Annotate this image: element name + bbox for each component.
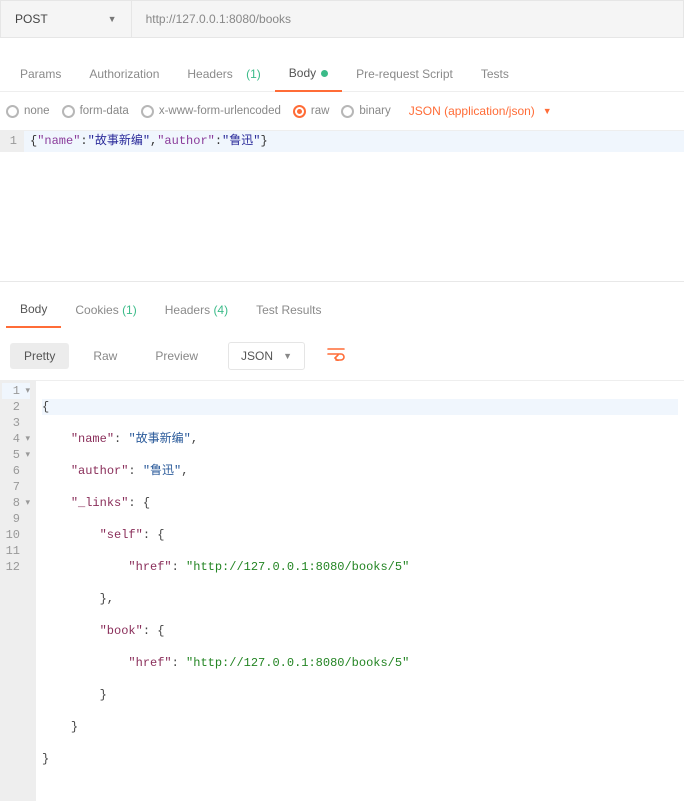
radio-formdata[interactable]: form-data (62, 105, 129, 118)
resp-tab-headers[interactable]: Headers (4) (151, 293, 242, 327)
editor-line[interactable]: {"name":"故事新编","author":"鲁迅"} (24, 131, 684, 152)
tab-prerequest[interactable]: Pre-request Script (342, 57, 467, 91)
tab-authorization[interactable]: Authorization (75, 57, 173, 91)
resp-tab-test-results[interactable]: Test Results (242, 293, 335, 327)
editor-gutter: 1 (0, 131, 24, 152)
content-type-value: JSON (application/json) (409, 104, 535, 118)
response-code[interactable]: { "name": "故事新编", "author": "鲁迅", "_link… (36, 381, 684, 801)
headers-count: (1) (246, 67, 261, 81)
radio-binary[interactable]: binary (341, 105, 390, 118)
request-tabs: Params Authorization Headers (1) Body Pr… (0, 56, 684, 92)
body-indicator-dot (321, 70, 328, 77)
view-pretty[interactable]: Pretty (10, 343, 69, 369)
chevron-down-icon: ▼ (108, 14, 117, 24)
tab-params[interactable]: Params (6, 57, 75, 91)
chevron-down-icon: ▼ (543, 106, 552, 116)
tab-headers[interactable]: Headers (1) (173, 57, 274, 91)
fold-icon: ▾ (22, 447, 30, 463)
radio-none[interactable]: none (6, 105, 50, 118)
response-gutter: 1▾ 2 3 4▾ 5▾ 6 7 8▾ 9 10 11 12 (0, 381, 36, 801)
resp-tab-body[interactable]: Body (6, 292, 61, 328)
format-select[interactable]: JSON ▼ (228, 342, 305, 370)
fold-icon: ▾ (22, 431, 30, 447)
http-method-select[interactable]: POST ▼ (1, 1, 132, 37)
response-body-editor[interactable]: 1▾ 2 3 4▾ 5▾ 6 7 8▾ 9 10 11 12 { "name":… (0, 380, 684, 801)
wrap-lines-icon[interactable] (327, 346, 345, 366)
response-toolbar: Pretty Raw Preview JSON ▼ (0, 328, 684, 380)
fold-icon: ▾ (22, 383, 30, 399)
tab-body[interactable]: Body (275, 56, 342, 92)
chevron-down-icon: ▼ (283, 351, 292, 361)
view-raw[interactable]: Raw (79, 343, 131, 369)
radio-urlencoded[interactable]: x-www-form-urlencoded (141, 105, 281, 118)
view-preview[interactable]: Preview (141, 343, 212, 369)
resp-tab-cookies[interactable]: Cookies (1) (61, 293, 150, 327)
fold-icon: ▾ (22, 495, 30, 511)
body-type-row: none form-data x-www-form-urlencoded raw… (0, 92, 684, 131)
http-method-value: POST (15, 12, 48, 26)
url-input[interactable] (132, 1, 683, 37)
response-tabs: Body Cookies (1) Headers (4) Test Result… (0, 292, 684, 328)
content-type-select[interactable]: JSON (application/json) ▼ (409, 104, 552, 118)
radio-raw[interactable]: raw (293, 105, 330, 118)
tab-tests[interactable]: Tests (467, 57, 523, 91)
request-body-editor[interactable]: 1 {"name":"故事新编","author":"鲁迅"} (0, 131, 684, 152)
